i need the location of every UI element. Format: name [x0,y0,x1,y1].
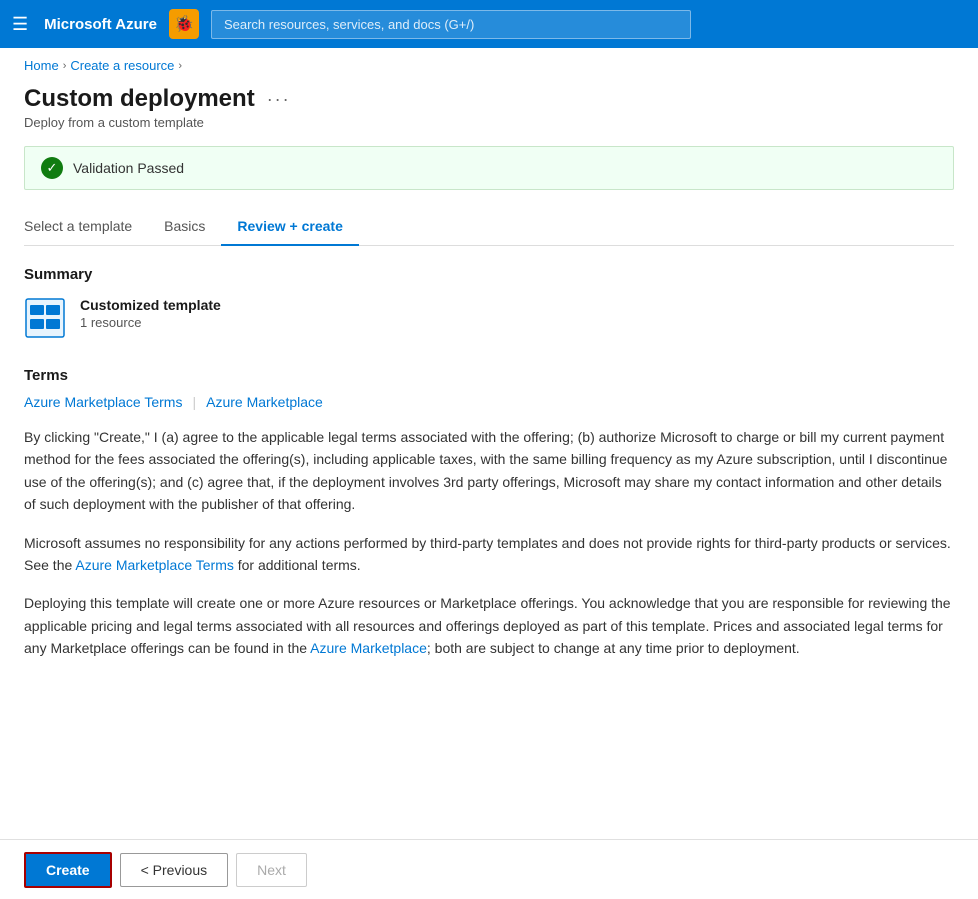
tab-select-template[interactable]: Select a template [24,210,148,246]
breadcrumb: Home › Create a resource › [0,48,978,77]
terms-divider: | [192,394,196,410]
terms-section: Terms Azure Marketplace Terms | Azure Ma… [24,367,954,660]
page-header: Custom deployment ··· Deploy from a cust… [0,77,978,130]
search-placeholder: Search resources, services, and docs (G+… [224,17,474,32]
validation-banner: ✓ Validation Passed [24,146,954,190]
validation-check-icon: ✓ [41,157,63,179]
page-subtitle: Deploy from a custom template [24,115,954,130]
terms-paragraph3-link[interactable]: Azure Marketplace [310,640,427,656]
template-icon [24,297,66,339]
search-bar[interactable]: Search resources, services, and docs (G+… [211,10,691,39]
previous-button[interactable]: < Previous [120,853,229,887]
main-content: Summary Customized template 1 resource T… [0,246,978,696]
terms-paragraph2-link[interactable]: Azure Marketplace Terms [75,557,233,573]
top-navigation: ☰ Microsoft Azure 🐞 Search resources, se… [0,0,978,48]
more-options-button[interactable]: ··· [267,89,291,110]
create-button[interactable]: Create [24,852,112,888]
page-title: Custom deployment [24,85,255,113]
notification-icon[interactable]: 🐞 [169,9,199,39]
next-button: Next [236,853,307,887]
breadcrumb-home[interactable]: Home [24,58,59,73]
terms-paragraph1: By clicking "Create," I (a) agree to the… [24,426,954,516]
summary-section-title: Summary [24,266,954,283]
terms-section-title: Terms [24,367,954,384]
tab-bar: Select a template Basics Review + create [24,210,954,246]
bug-icon: 🐞 [174,14,194,34]
terms-paragraph2: Microsoft assumes no responsibility for … [24,532,954,577]
terms-paragraph3-end: ; both are subject to change at any time… [427,640,800,656]
breadcrumb-create-resource[interactable]: Create a resource [70,58,174,73]
hamburger-menu[interactable]: ☰ [12,14,28,35]
resource-count: 1 resource [80,315,221,330]
validation-message: Validation Passed [73,160,184,176]
breadcrumb-sep2: › [178,60,182,72]
terms-paragraph2-end: for additional terms. [234,557,361,573]
footer-actions: Create < Previous Next [0,839,978,899]
azure-marketplace-terms-link[interactable]: Azure Marketplace Terms [24,394,182,410]
tab-basics[interactable]: Basics [148,210,221,246]
summary-info: Customized template 1 resource [80,297,221,330]
template-name: Customized template [80,297,221,313]
breadcrumb-sep1: › [63,60,67,72]
summary-card: Customized template 1 resource [24,297,954,339]
azure-marketplace-link[interactable]: Azure Marketplace [206,394,323,410]
brand-name: Microsoft Azure [44,16,157,33]
terms-links: Azure Marketplace Terms | Azure Marketpl… [24,394,954,410]
terms-paragraph3: Deploying this template will create one … [24,592,954,659]
tab-review-create[interactable]: Review + create [221,210,358,246]
